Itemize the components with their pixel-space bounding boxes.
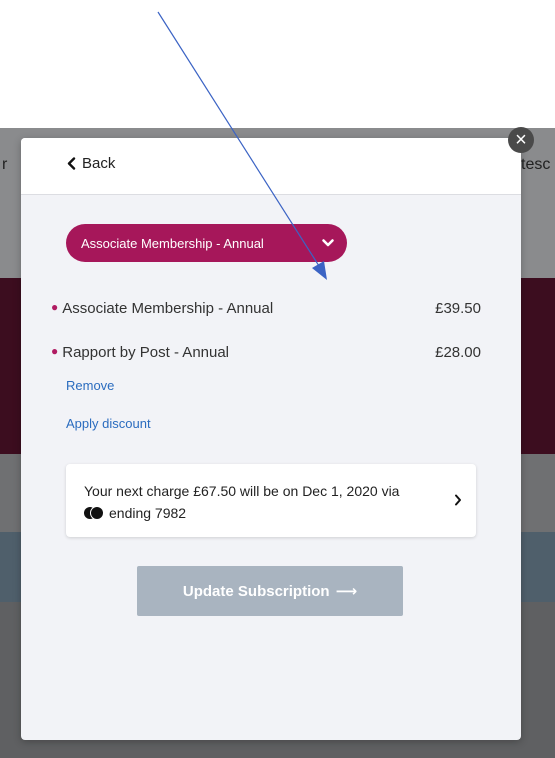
- chevron-down-icon: [322, 239, 334, 247]
- bullet-icon: ●: [51, 300, 59, 314]
- modal-header: Back: [21, 138, 521, 195]
- next-charge-text: Your next charge £67.50 will be on Dec 1…: [84, 483, 400, 499]
- line-item-price: £28.00: [435, 344, 481, 361]
- mastercard-icon: [84, 507, 104, 519]
- update-button-label: Update Subscription: [182, 582, 330, 600]
- remove-link[interactable]: Remove: [66, 378, 114, 393]
- line-item-name: Rapport by Post - Annual: [62, 344, 230, 361]
- subscription-modal: Back Associate Membership - Annual ● Asso…: [21, 138, 521, 740]
- update-subscription-button[interactable]: Update Subscription ⟶: [137, 566, 403, 616]
- payment-method: ending 7982: [84, 502, 458, 524]
- back-button[interactable]: Back: [67, 155, 115, 172]
- arrow-right-icon: ⟶: [335, 583, 358, 600]
- plan-selector-dropdown[interactable]: Associate Membership - Annual: [66, 224, 347, 262]
- plan-selector-label: Associate Membership - Annual: [81, 235, 264, 251]
- card-ending-text: ending 7982: [109, 505, 187, 521]
- line-item-name: Associate Membership - Annual: [62, 300, 274, 317]
- chevron-left-icon: [67, 157, 76, 170]
- close-icon[interactable]: ×: [508, 127, 534, 153]
- bullet-icon: ●: [51, 344, 59, 358]
- chevron-right-icon: [455, 494, 461, 506]
- line-item-price: £39.50: [435, 300, 481, 317]
- back-label: Back: [82, 155, 116, 172]
- background-text-fragment: tesc: [521, 156, 551, 173]
- next-charge-card[interactable]: Your next charge £67.50 will be on Dec 1…: [66, 464, 476, 537]
- background-text-fragment: r: [2, 156, 8, 173]
- line-item: ● Associate Membership - Annual £39.50: [51, 300, 481, 317]
- line-item: ● Rapport by Post - Annual £28.00: [51, 344, 481, 361]
- apply-discount-link[interactable]: Apply discount: [66, 416, 151, 431]
